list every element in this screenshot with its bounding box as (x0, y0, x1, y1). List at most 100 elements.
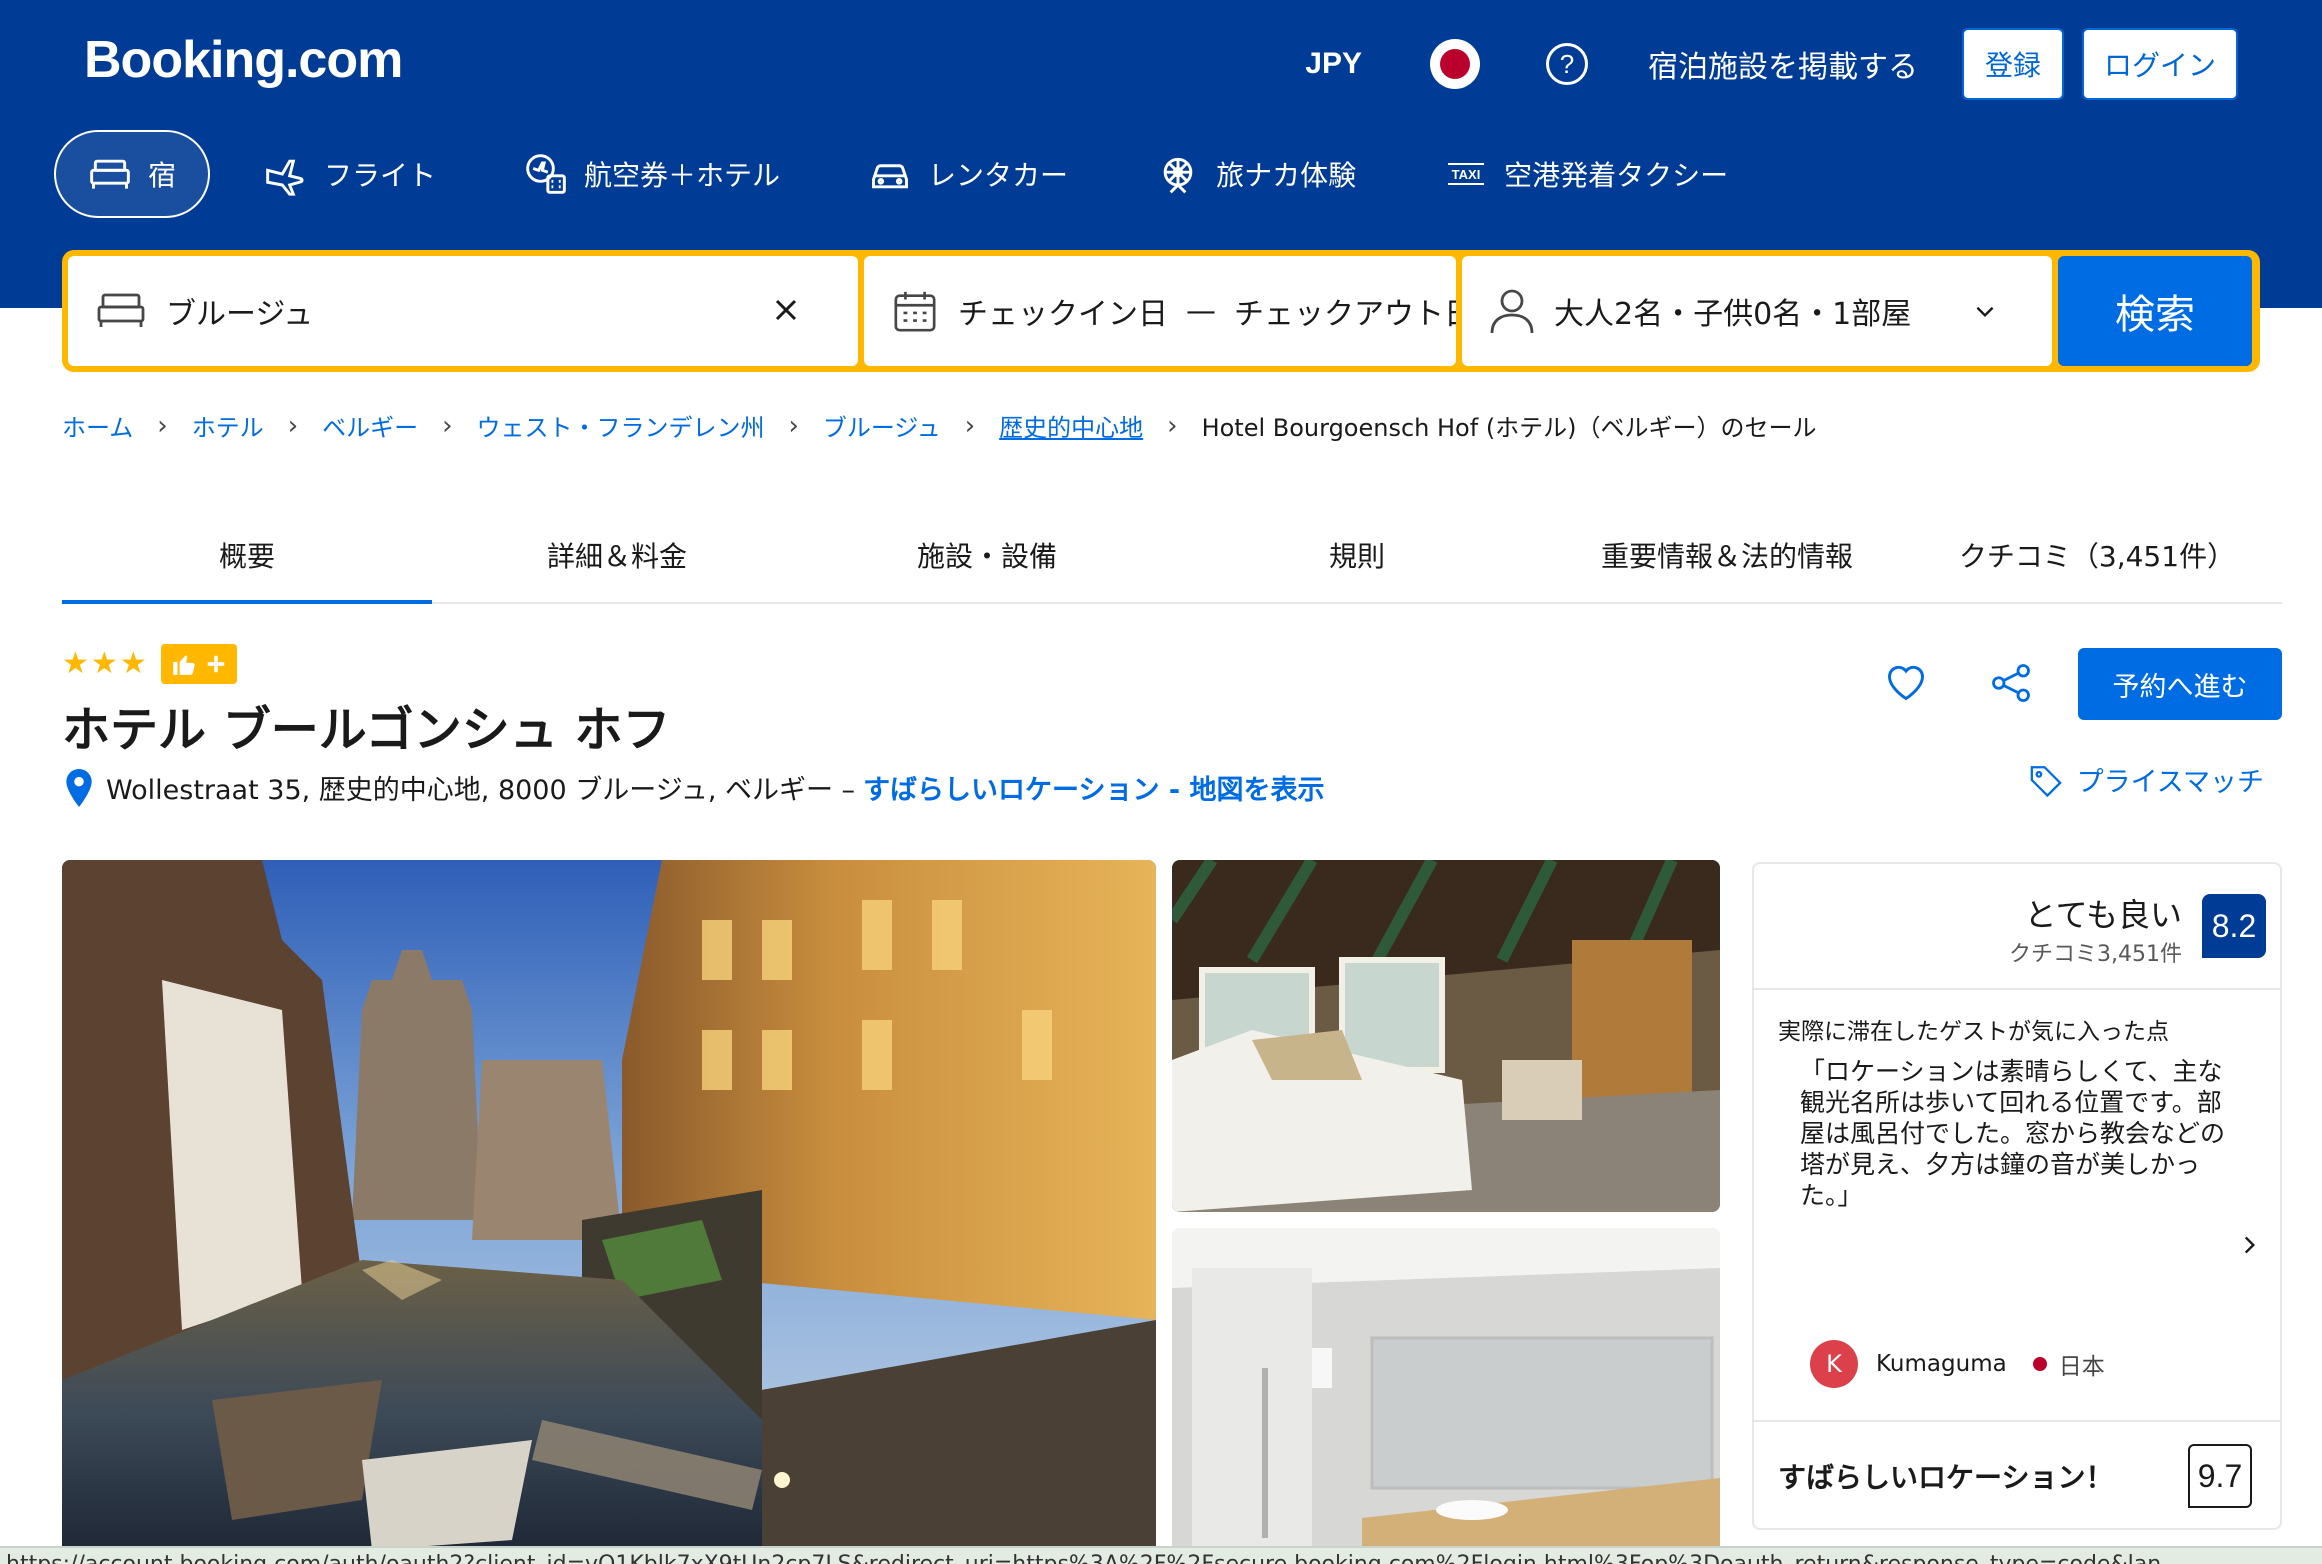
bathroom-photo-illustration (1172, 1228, 1720, 1564)
status-url: https://account.booking.com/auth/oauth2?… (6, 1552, 2161, 1564)
breadcrumb-country[interactable]: ベルギー (322, 408, 418, 443)
booking-logo[interactable]: Booking.com (84, 30, 403, 90)
breadcrumb-city[interactable]: ブルージュ (823, 408, 941, 443)
nav-item-label: 旅ナカ体験 (1216, 159, 1357, 192)
main-photo-canal[interactable] (62, 860, 1156, 1564)
reviewer-info: K Kumaguma 日本 (1810, 1340, 2105, 1388)
chevron-right-icon: › (287, 410, 299, 441)
destination-value: ブルージュ (166, 297, 314, 332)
currency-selector[interactable]: JPY (1305, 47, 1362, 81)
plane-icon (266, 159, 304, 196)
tab-info-prices[interactable]: 詳細＆料金 (432, 508, 802, 602)
taxi-icon: TAXI (1448, 163, 1485, 185)
location-pin-icon (66, 768, 92, 807)
search-bar: ブルージュ チェックイン日 — チェックアウト日 大人2名・子供0名・1部屋 検… (62, 250, 2260, 372)
login-button[interactable]: ログイン (2082, 28, 2238, 100)
breadcrumb-district[interactable]: 歴史的中心地 (999, 408, 1143, 443)
language-flag-button[interactable] (1430, 39, 1480, 89)
star-icon: ★ (90, 646, 118, 681)
reserve-button[interactable]: 予約へ進む (2078, 648, 2282, 720)
breadcrumb-current: Hotel Bourgoensch Hof (ホテル)（ベルギー）のセール (1201, 414, 1817, 442)
nav-item-stays[interactable]: 宿 (54, 130, 211, 218)
tab-overview[interactable]: 概要 (62, 508, 432, 604)
nav-item-attractions[interactable]: 旅ナカ体験 (1122, 130, 1390, 218)
preferred-plus-badge[interactable] (160, 644, 237, 684)
plus-icon (207, 655, 224, 673)
calendar-icon (894, 291, 936, 332)
review-score-label: とても良い (2024, 896, 2182, 934)
nav-item-label: フライト (324, 159, 437, 192)
attractions-icon (1163, 157, 1193, 194)
share-icon[interactable] (1990, 662, 2032, 704)
price-match-link[interactable]: プライスマッチ (2029, 760, 2264, 799)
review-score-badge: 8.2 (2202, 894, 2266, 958)
review-quote: 「ロケーションは素晴らしくて、主な観光名所は歩いて回れる位置です。部屋は風呂付で… (1800, 1057, 2226, 1210)
help-icon[interactable]: ? (1546, 43, 1588, 85)
checkin-value: チェックイン日 (958, 297, 1168, 332)
tab-facilities[interactable]: 施設・設備 (802, 508, 1172, 602)
chevron-right-icon: › (788, 410, 799, 441)
chevron-down-icon (1976, 306, 1994, 318)
star-rating: ★ ★ ★ (62, 644, 237, 684)
bed-icon (90, 159, 130, 189)
japan-flag-icon (1440, 49, 1470, 79)
japan-flag-icon (2032, 1357, 2047, 1371)
hotel-address: Wollestraat 35, 歴史的中心地, 8000 ブルージュ, ベルギー… (66, 768, 1325, 807)
nav-item-label: レンタカー (928, 159, 1069, 192)
avatar: K (1810, 1340, 1858, 1388)
chevron-right-icon: › (964, 410, 976, 441)
review-summary-card: とても良い クチコミ3,451件 8.2 実際に滞在したゲストが気に入った点 「… (1752, 862, 2282, 1530)
date-field[interactable]: チェックイン日 — チェックアウト日 (864, 256, 1456, 366)
chevron-right-icon: › (1167, 410, 1178, 441)
nav-item-flights[interactable]: フライト (230, 130, 470, 218)
breadcrumb-home[interactable]: ホーム (62, 408, 133, 443)
breadcrumb: ホーム › ホテル › ベルギー › ウェスト・フランデレン州 › ブルージュ … (62, 408, 1817, 443)
car-icon (872, 164, 909, 189)
guests-liked-heading: 実際に滞在したゲストが気に入った点 (1778, 1019, 2169, 1045)
breadcrumb-region[interactable]: ウェスト・フランデレン州 (477, 408, 765, 443)
price-match-label: プライスマッチ (2076, 767, 2264, 798)
browser-status-bar: https://account.booking.com/auth/oauth2?… (0, 1546, 2322, 1564)
show-map-link[interactable]: すばらしいロケーション - 地図を表示 (863, 768, 1324, 807)
thumbs-up-icon (172, 655, 195, 675)
plane-hotel-icon (526, 154, 566, 194)
reviewer-country: 日本 (2058, 1354, 2105, 1380)
price-tag-icon (2030, 765, 2062, 797)
canal-photo-illustration (62, 860, 1156, 1564)
heart-icon[interactable] (1884, 660, 1928, 704)
tab-reviews[interactable]: クチコミ（3,451件） (1912, 508, 2282, 602)
list-property-link[interactable]: 宿泊施設を掲載する (1648, 42, 1918, 86)
nav-item-airport-taxi[interactable]: TAXI 空港発着タクシー (1410, 130, 1762, 218)
breadcrumb-hotels[interactable]: ホテル (192, 408, 264, 443)
room-photo-bathroom[interactable] (1172, 1228, 1720, 1564)
destination-field[interactable]: ブルージュ (68, 256, 858, 366)
guests-value: 大人2名・子供0名・1部屋 (1554, 297, 1912, 332)
date-separator: — (1186, 293, 1216, 329)
divider (1754, 1420, 2280, 1422)
star-icon: ★ (119, 646, 147, 681)
reviewer-name: Kumaguma (1876, 1351, 2007, 1377)
header-actions: JPY ? 宿泊施設を掲載する 登録 ログイン (1305, 28, 2238, 100)
product-nav: 宿 フライト 航空券＋ホテル レンタカー 旅ナカ体験 TAXI 空港発着タクシー (54, 130, 1782, 218)
nav-item-label: 空港発着タクシー (1504, 159, 1729, 192)
svg-text:TAXI: TAXI (1452, 167, 1481, 182)
search-button[interactable]: 検索 (2058, 256, 2252, 366)
room-photo-bedroom[interactable] (1172, 860, 1720, 1212)
chevron-right-icon[interactable] (2236, 1232, 2262, 1258)
chevron-right-icon: › (442, 410, 453, 441)
review-score-header[interactable]: とても良い クチコミ3,451件 8.2 (1754, 864, 2280, 990)
nav-item-car-rental[interactable]: レンタカー (834, 130, 1102, 218)
nav-item-flight-hotel[interactable]: 航空券＋ホテル (490, 130, 814, 218)
person-icon (1490, 289, 1534, 334)
tab-legal-info[interactable]: 重要情報＆法的情報 (1542, 508, 1912, 602)
nav-item-label: 宿 (148, 159, 177, 192)
hotel-name: ホテル ブールゴンシュ ホフ (62, 702, 671, 758)
clear-icon[interactable] (768, 292, 804, 328)
location-score-badge: 9.7 (2188, 1444, 2252, 1508)
guests-field[interactable]: 大人2名・子供0名・1部屋 (1462, 256, 2052, 366)
tab-house-rules[interactable]: 規則 (1172, 508, 1542, 602)
bedroom-photo-illustration (1172, 860, 1720, 1212)
chevron-right-icon: › (157, 410, 168, 441)
bed-icon (97, 293, 145, 327)
register-button[interactable]: 登録 (1962, 28, 2064, 100)
